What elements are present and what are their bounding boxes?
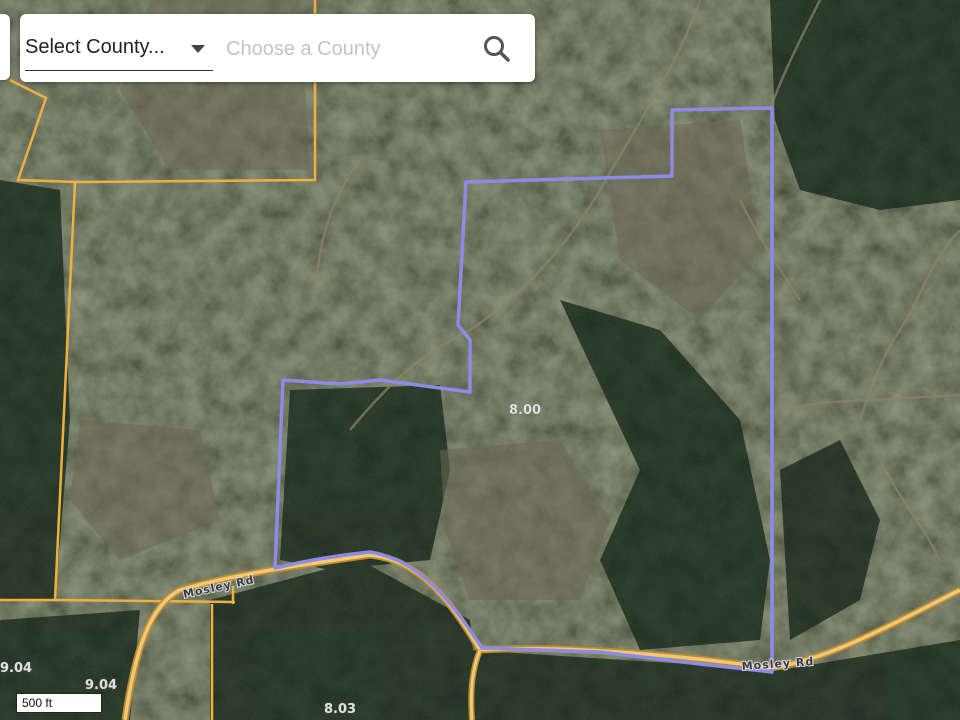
parcel-label: 9.04 (0, 661, 32, 676)
parcel-label: 8.00 (509, 403, 541, 418)
parcel-label: 8.03 (324, 702, 356, 717)
search-icon[interactable] (480, 32, 514, 66)
county-search-input[interactable] (220, 34, 476, 64)
satellite-map[interactable]: 8.00 9.04 9.04 8.03 Mosley Rd Mosley Rd (0, 0, 960, 720)
map-view[interactable]: 8.00 9.04 9.04 8.03 Mosley Rd Mosley Rd … (0, 0, 960, 720)
search-button[interactable] (480, 32, 514, 66)
county-select-label: Select County... (25, 36, 165, 58)
county-search-panel: Select County... (20, 14, 535, 82)
scale-label: 500 ft (22, 696, 53, 710)
chevron-down-icon[interactable] (191, 45, 205, 53)
terrain-speckle (0, 0, 960, 720)
side-panel-toggle[interactable] (0, 14, 10, 80)
parcel-label: 9.04 (85, 678, 117, 693)
county-select-dropdown[interactable]: Select County... (25, 28, 213, 71)
scale-bar: 500 ft (16, 693, 102, 713)
